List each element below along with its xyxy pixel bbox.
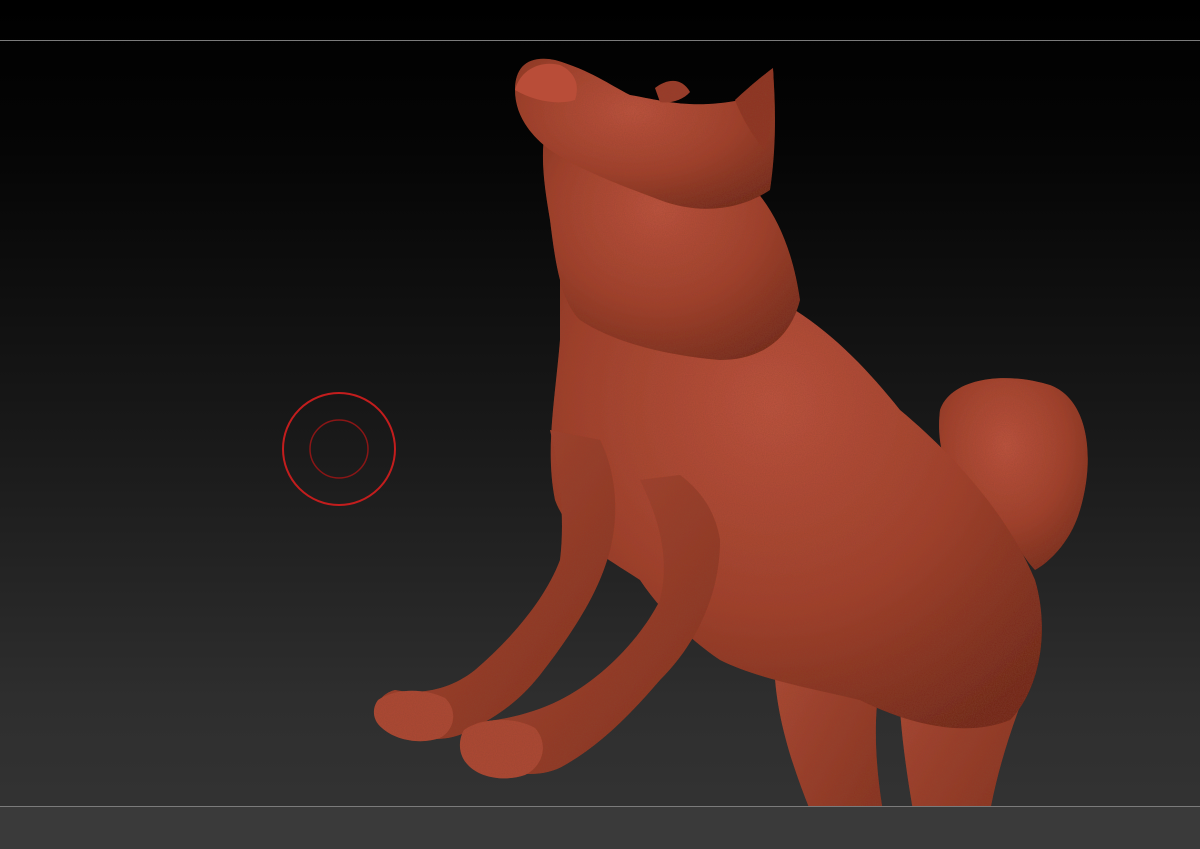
- dog-ear-left: [655, 80, 690, 103]
- front-paw-right: [459, 719, 543, 779]
- front-paw-left: [373, 690, 454, 742]
- dog-sculpt-model[interactable]: [0, 0, 1200, 849]
- bottom-shelf-area: [0, 807, 1200, 849]
- sculpt-viewport[interactable]: [0, 0, 1200, 849]
